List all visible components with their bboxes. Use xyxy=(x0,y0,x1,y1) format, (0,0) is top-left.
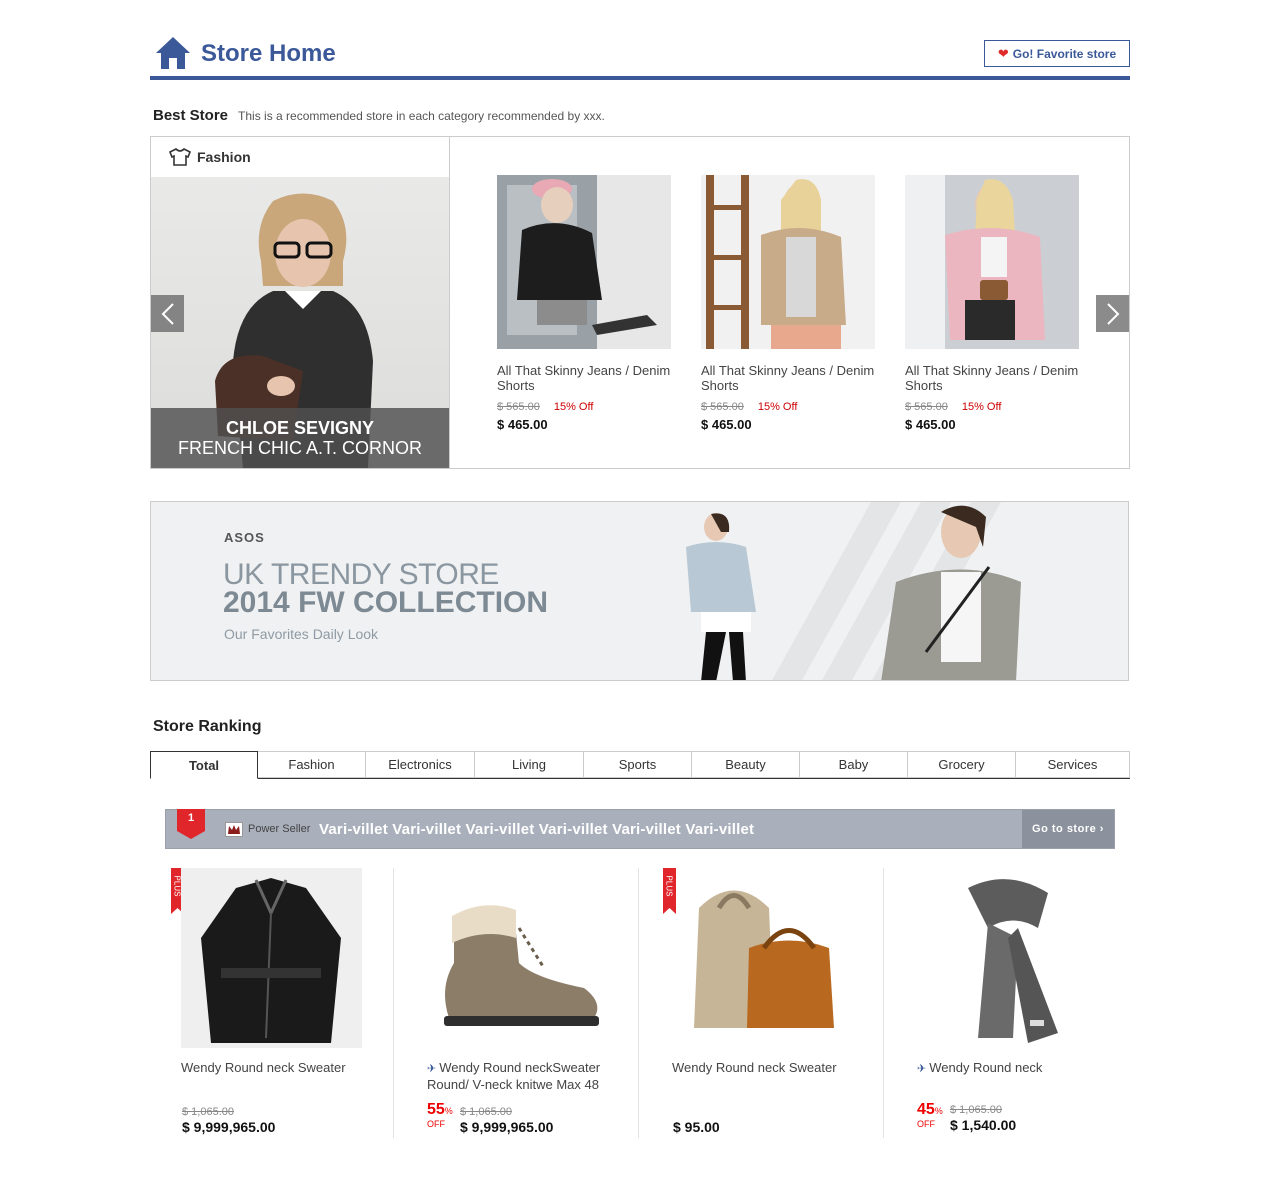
best-store-subtitle: This is a recommended store in each cate… xyxy=(238,109,605,123)
rank-badge: 1 xyxy=(177,809,205,839)
discount-label: 15% Off xyxy=(757,401,798,413)
carousel-prev-button[interactable] xyxy=(151,295,184,332)
best-store-heading: Best Store This is a recommended store i… xyxy=(153,107,605,124)
original-price: $ 565.00 xyxy=(905,401,948,413)
original-price: $ 565.00 xyxy=(701,401,744,413)
power-seller-label: Power Seller xyxy=(248,823,311,835)
category-label: Fashion xyxy=(197,149,251,165)
product-name[interactable]: ✈ Wendy Round neck xyxy=(917,1060,1117,1077)
favorite-store-button[interactable]: ❤ Go! Favorite store xyxy=(984,40,1130,67)
original-price: $ 1,065.00 xyxy=(460,1106,512,1118)
chevron-right-icon xyxy=(1106,302,1119,325)
airplane-icon: ✈ xyxy=(917,1063,927,1075)
sale-price: $ 95.00 xyxy=(673,1119,720,1135)
banner-tagline: Our Favorites Daily Look xyxy=(224,626,379,642)
plus-ribbon: PLUS xyxy=(663,868,676,914)
category-tab-fashion[interactable]: Fashion xyxy=(151,137,449,177)
home-icon[interactable] xyxy=(155,36,191,70)
page-header: Store Home ❤ Go! Favorite store xyxy=(150,34,1130,80)
ranked-store-name[interactable]: Vari-villet Vari-villet Vari-villet Vari… xyxy=(319,821,754,838)
favorite-store-label: Go! Favorite store xyxy=(1012,46,1117,61)
sale-price: $ 9,999,965.00 xyxy=(460,1119,554,1135)
hero-caption: CHLOE SEVIGNY FRENCH CHIC A.T. CORNOR xyxy=(151,408,449,468)
discount-percent: 55% OFF xyxy=(427,1101,453,1130)
sale-price: $ 465.00 xyxy=(701,417,752,432)
tab-sports[interactable]: Sports xyxy=(584,751,692,778)
carousel-next-button[interactable] xyxy=(1096,295,1129,332)
product-image[interactable] xyxy=(497,175,671,349)
banner-models-image xyxy=(686,502,1021,680)
product-card[interactable]: All That Skinny Jeans / Denim Shorts $ 5… xyxy=(905,175,1081,432)
original-price: $ 1,065.00 xyxy=(182,1106,234,1118)
product-image[interactable] xyxy=(905,175,1079,349)
rank-number: 1 xyxy=(187,812,195,824)
tab-grocery[interactable]: Grocery xyxy=(908,751,1016,778)
product-name[interactable]: All That Skinny Jeans / Denim Shorts xyxy=(497,363,673,393)
airplane-icon: ✈ xyxy=(427,1063,437,1075)
page-title: Store Home xyxy=(201,40,336,67)
best-store-title: Best Store xyxy=(153,107,229,124)
sale-price: $ 1,540.00 xyxy=(950,1117,1017,1133)
product-name-text: Wendy Round neck xyxy=(929,1060,1043,1075)
sale-price: $ 9,999,965.00 xyxy=(182,1119,276,1135)
hero-image[interactable]: CHLOE SEVIGNY FRENCH CHIC A.T. CORNOR xyxy=(151,177,449,468)
promo-banner[interactable]: ASOS UK TRENDY STORE 2014 FW COLLECTION … xyxy=(150,501,1129,681)
best-store-feature: Fashion CHLOE SEVIGNY FRENCH CHIC A.T. C… xyxy=(151,137,450,468)
seller-bar: 1 Power Seller Vari-villet Vari-villet V… xyxy=(165,809,1115,849)
tab-baby[interactable]: Baby xyxy=(800,751,908,778)
store-ranking-title: Store Ranking xyxy=(153,718,262,735)
hero-title: CHLOE SEVIGNY xyxy=(225,418,375,438)
tab-electronics[interactable]: Electronics xyxy=(366,751,475,778)
discount-percent: 45% OFF xyxy=(917,1101,943,1130)
ranked-product-card[interactable]: PLUS Wendy Round neck Sweater $ 95.00 xyxy=(638,868,883,1138)
tab-total[interactable]: Total xyxy=(150,751,258,779)
product-name[interactable]: Wendy Round neck Sweater xyxy=(181,1060,381,1075)
product-image[interactable] xyxy=(424,868,605,1048)
product-name[interactable]: All That Skinny Jeans / Denim Shorts xyxy=(701,363,877,393)
product-name[interactable]: ✈ Wendy Round neckSweater Round/ V-neck k… xyxy=(427,1060,617,1092)
banner-collection: 2014 FW COLLECTION xyxy=(223,586,549,619)
product-image[interactable] xyxy=(918,868,1099,1048)
product-image[interactable] xyxy=(679,868,860,1048)
product-image[interactable] xyxy=(181,868,362,1048)
shirt-icon xyxy=(169,148,191,166)
chevron-left-icon xyxy=(161,302,174,325)
ranked-product-card[interactable]: ✈ Wendy Round neckSweater Round/ V-neck k… xyxy=(393,868,638,1138)
product-image[interactable] xyxy=(701,175,875,349)
original-price: $ 565.00 xyxy=(497,401,540,413)
tab-services[interactable]: Services xyxy=(1016,751,1130,778)
ranking-tabs: Total Fashion Electronics Living Sports … xyxy=(150,751,1130,779)
tab-living[interactable]: Living xyxy=(475,751,584,778)
original-price: $ 1,065.00 xyxy=(950,1104,1002,1116)
tab-beauty[interactable]: Beauty xyxy=(692,751,800,778)
go-to-store-button[interactable]: Go to store › xyxy=(1022,810,1114,848)
banner-brand: ASOS xyxy=(224,530,265,545)
sale-price: $ 465.00 xyxy=(497,417,548,432)
discount-label: 15% Off xyxy=(961,401,1002,413)
product-card[interactable]: All That Skinny Jeans / Denim Shorts $ 5… xyxy=(497,175,673,432)
power-seller-icon xyxy=(225,822,243,837)
best-store-panel: Fashion CHLOE SEVIGNY FRENCH CHIC A.T. C… xyxy=(150,136,1130,469)
product-name[interactable]: All That Skinny Jeans / Denim Shorts xyxy=(905,363,1081,393)
product-name[interactable]: Wendy Round neck Sweater xyxy=(672,1060,872,1075)
tab-fashion[interactable]: Fashion xyxy=(258,751,366,778)
ranked-product-card[interactable]: ✈ Wendy Round neck 45% OFF $ 1,065.00 $ 1,… xyxy=(883,868,1128,1138)
hero-subtitle: FRENCH CHIC A.T. CORNOR xyxy=(177,438,422,458)
discount-label: 15% Off xyxy=(553,401,594,413)
product-name-text: Wendy Round neckSweater Round/ V-neck kn… xyxy=(427,1060,601,1092)
svg-text:PLUS: PLUS xyxy=(665,876,674,897)
heart-icon: ❤ xyxy=(997,45,1009,61)
ranked-product-card[interactable]: PLUS Wendy Round neck Sweater $ 1,065.00… xyxy=(165,868,410,1138)
product-card[interactable]: All That Skinny Jeans / Denim Shorts $ 5… xyxy=(701,175,877,432)
sale-price: $ 465.00 xyxy=(905,417,956,432)
